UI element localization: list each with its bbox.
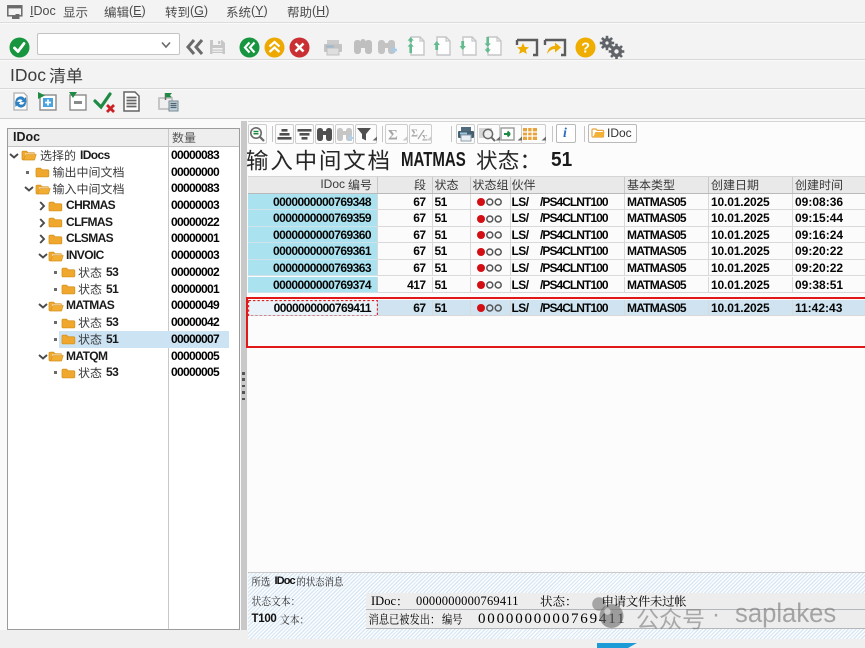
svg-text:Σ: Σ [411, 129, 418, 140]
svg-text:?: ? [581, 41, 590, 57]
svg-text:Σ: Σ [422, 133, 428, 143]
svg-text:Σ: Σ [388, 128, 398, 143]
